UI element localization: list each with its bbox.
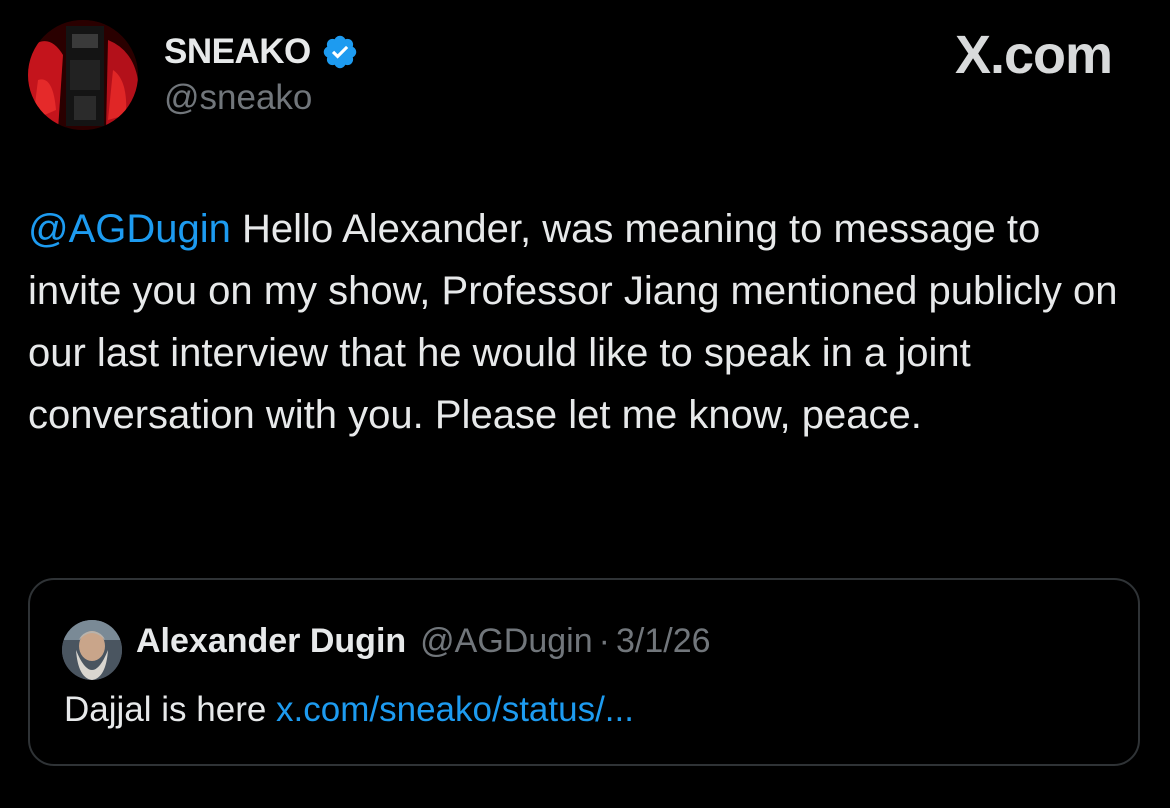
verified-badge-icon xyxy=(323,35,356,69)
quoted-author-handle[interactable]: @AGDugin xyxy=(420,622,592,661)
dot-separator: · xyxy=(598,622,610,660)
tweet-text: @AGDugin Hello Alexander, was meaning to… xyxy=(28,198,1138,446)
quoted-tweet-card[interactable]: Alexander Dugin @AGDugin · 3/1/26 Dajjal… xyxy=(28,578,1140,766)
tweet-mention-link[interactable]: @AGDugin xyxy=(28,207,231,251)
author-handle[interactable]: @sneako xyxy=(164,78,312,118)
author-display-name[interactable]: SNEAKO xyxy=(164,32,311,72)
quoted-tweet-header: Alexander Dugin @AGDugin · 3/1/26 xyxy=(136,622,711,661)
x-com-watermark: X.com xyxy=(954,25,1113,85)
quoted-tweet-text: Dajjal is here x.com/sneako/status/... xyxy=(64,690,634,730)
quoted-tweet-body: Dajjal is here xyxy=(64,690,277,729)
author-name-row: SNEAKO xyxy=(164,30,359,74)
quoted-author-name[interactable]: Alexander Dugin xyxy=(136,622,406,661)
quoted-tweet-link[interactable]: x.com/sneako/status/... xyxy=(276,690,634,729)
quoted-author-avatar[interactable] xyxy=(62,620,122,680)
quoted-tweet-date[interactable]: 3/1/26 xyxy=(616,622,711,661)
author-avatar[interactable] xyxy=(28,20,138,130)
